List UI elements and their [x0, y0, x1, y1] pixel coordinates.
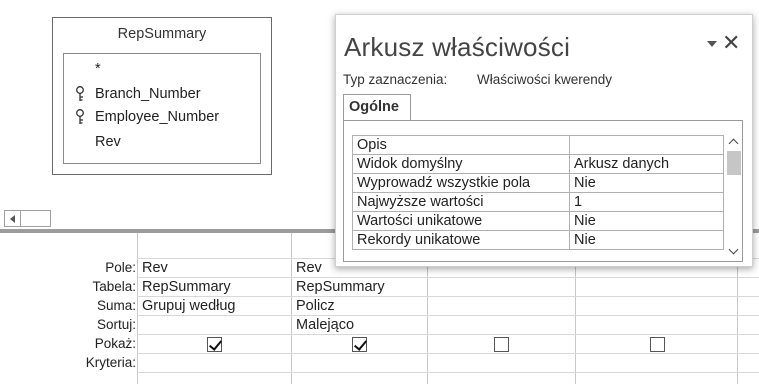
primary-key-icon [74, 86, 86, 102]
property-row[interactable]: Wartości unikatowe Nie [352, 211, 724, 231]
checkbox-checked-icon[interactable] [352, 337, 367, 352]
property-row[interactable]: Rekordy unikatowe Nie [352, 230, 724, 250]
tab-general[interactable]: Ogólne [343, 94, 411, 121]
property-value[interactable]: Nie [569, 173, 724, 193]
property-value[interactable]: Arkusz danych [569, 154, 724, 174]
property-row[interactable]: Opis [352, 135, 724, 155]
checkbox-empty-icon[interactable] [494, 337, 509, 352]
grid-row-divider [137, 372, 759, 373]
table-title[interactable]: RepSummary [53, 26, 271, 42]
dropdown-menu-icon[interactable] [706, 39, 718, 49]
row-label-criteria: Kryteria: [85, 355, 136, 370]
close-icon[interactable]: ✕ [722, 32, 740, 54]
primary-key-icon [74, 109, 86, 125]
grid-cell-field[interactable]: Rev [137, 259, 168, 277]
scroll-up-arrow-icon[interactable] [726, 135, 742, 149]
row-label-total: Suma: [96, 298, 136, 313]
scrollbar-thumb[interactable] [21, 210, 51, 227]
property-sheet-panel[interactable]: Arkusz właściwości ✕ Typ zaznaczenia: Wł… [335, 14, 753, 267]
scrollbar-thumb[interactable] [727, 151, 741, 175]
row-label-show: Pokaż: [94, 336, 136, 351]
row-label-table: Tabela: [92, 279, 136, 294]
vertical-scrollbar[interactable] [726, 135, 742, 261]
field-list[interactable]: * Branch_Number Employee_Number Rev [63, 53, 261, 164]
table-field-list-window[interactable]: RepSummary * Branch_Number Employee_Numb… [52, 17, 272, 175]
grid-cell-sort[interactable]: Malejąco [291, 316, 354, 334]
grid-cell-field[interactable]: Rev [291, 259, 322, 277]
property-name: Najwyższe wartości [352, 192, 570, 212]
property-list: Opis Widok domyślny Arkusz danych Wyprow… [343, 120, 743, 262]
property-row[interactable]: Najwyższe wartości 1 [352, 192, 724, 212]
field-name[interactable]: Rev [95, 131, 121, 153]
field-name[interactable]: Branch_Number [95, 83, 201, 105]
selection-type-value: Właściwości kwerendy [477, 72, 613, 87]
selection-type-label: Typ zaznaczenia: [343, 72, 448, 87]
grid-cell-table[interactable]: RepSummary [137, 278, 231, 296]
property-row[interactable]: Widok domyślny Arkusz danych [352, 154, 724, 174]
property-row[interactable]: Wyprowadź wszystkie pola Nie [352, 173, 724, 193]
property-value[interactable]: Nie [569, 230, 724, 250]
field-name[interactable]: Employee_Number [95, 106, 219, 128]
checkbox-empty-icon[interactable] [650, 337, 665, 352]
grid-row-divider [137, 334, 759, 335]
property-table: Opis Widok domyślny Arkusz danych Wyprow… [352, 135, 724, 250]
property-value[interactable]: 1 [569, 192, 724, 212]
checkbox-checked-icon[interactable] [207, 337, 222, 352]
row-label-field: Pole: [105, 260, 136, 275]
property-name: Wartości unikatowe [352, 211, 570, 231]
field-name[interactable]: * [95, 58, 101, 80]
property-name: Opis [352, 135, 570, 155]
property-name: Widok domyślny [352, 154, 570, 174]
scroll-left-arrow-icon[interactable] [4, 210, 21, 227]
property-value[interactable]: Nie [569, 211, 724, 231]
property-name: Wyprowadź wszystkie pola [352, 173, 570, 193]
grid-cell-total[interactable]: Policz [291, 297, 335, 315]
grid-cell-total[interactable]: Grupuj według [137, 297, 236, 315]
grid-row-divider [137, 315, 759, 316]
grid-row-divider [137, 353, 759, 354]
property-value[interactable] [569, 135, 724, 155]
row-label-sort: Sortuj: [96, 317, 136, 332]
grid-cell-table[interactable]: RepSummary [291, 278, 385, 296]
property-sheet-title: Arkusz właściwości [344, 32, 571, 62]
scroll-down-arrow-icon[interactable] [726, 245, 742, 259]
property-name: Rekordy unikatowe [352, 230, 570, 250]
